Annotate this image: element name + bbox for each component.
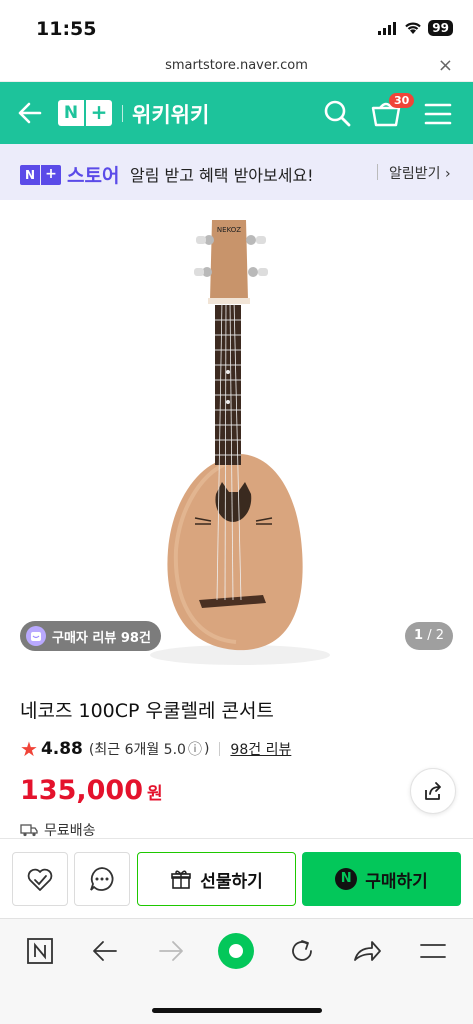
rating-recent: (최근 6개월 5.0	[88, 742, 186, 758]
subscribe-notification-link[interactable]: 알림받기 ›	[389, 163, 451, 183]
share-button[interactable]	[410, 768, 456, 814]
review-count-link[interactable]: 98건 리뷰	[230, 739, 291, 759]
refresh-button[interactable]	[282, 933, 322, 969]
notification-banner: N + 스토어 알림 받고 혜택 받아보세요! 알림받기 ›	[0, 144, 473, 200]
naver-home-button[interactable]	[20, 933, 60, 969]
share-page-button[interactable]	[347, 933, 387, 969]
battery-indicator: 99	[428, 20, 453, 36]
product-image[interactable]: NEKOZ	[0, 200, 473, 675]
notice-text: 알림 받고 혜택 받아보세요!	[130, 166, 314, 185]
purchase-bar: 선물하기 N 구매하기	[0, 838, 473, 918]
app-header: N + 위키위키 30	[0, 82, 473, 144]
rating-row: ★ 4.88 (최근 6개월 5.0 ⓘ ) 98건 리뷰	[20, 737, 291, 761]
logo-n: N	[58, 100, 84, 126]
home-indicator[interactable]	[152, 1008, 322, 1013]
review-icon	[26, 626, 46, 646]
review-badge-label: 구매자 리뷰 98건	[52, 630, 151, 646]
shipping-label: 무료배송	[44, 823, 96, 839]
url-text[interactable]: smartstore.naver.com	[0, 58, 473, 73]
refresh-icon	[292, 940, 312, 961]
search-icon[interactable]	[322, 98, 352, 128]
green-dot-button[interactable]	[216, 933, 256, 969]
signal-icon	[378, 21, 397, 35]
image-page-indicator: 1 / 2	[405, 622, 453, 650]
gift-icon	[171, 870, 192, 889]
forward-arrow-icon	[159, 941, 183, 961]
ukulele-image: NEKOZ	[150, 220, 330, 665]
gift-label: 선물하기	[200, 871, 263, 892]
more-menu-button[interactable]	[413, 933, 453, 969]
rating-divider	[219, 742, 221, 756]
notice-divider	[377, 164, 378, 180]
headstock-brand: NEKOZ	[217, 226, 241, 234]
back-arrow-icon	[93, 941, 117, 961]
wishlist-button[interactable]	[12, 852, 68, 906]
url-bar[interactable]: smartstore.naver.com ×	[0, 50, 473, 82]
store-logo-n: N	[20, 164, 40, 185]
close-icon[interactable]: ×	[438, 55, 453, 76]
store-logo-plus: +	[41, 164, 61, 185]
browser-toolbar	[0, 918, 473, 1024]
price-value: 135,000	[20, 775, 143, 806]
menu-icon	[420, 944, 446, 958]
price-row: 135,000 원	[20, 775, 163, 806]
cart-count-badge: 30	[389, 93, 415, 108]
buyer-review-badge[interactable]: 구매자 리뷰 98건	[20, 621, 161, 651]
info-icon[interactable]: ⓘ	[188, 739, 202, 759]
menu-icon[interactable]	[424, 102, 452, 126]
rating-close: )	[203, 741, 210, 757]
chat-bubble-icon	[90, 867, 114, 891]
back-arrow-icon[interactable]	[16, 98, 44, 128]
status-bar: 11:55 99	[0, 0, 473, 50]
forward-button[interactable]	[151, 933, 191, 969]
naver-store-logo: N + 스토어	[20, 161, 119, 188]
npay-icon: N	[335, 868, 358, 890]
heart-check-icon	[27, 868, 53, 891]
shipping-row: 무료배송	[20, 820, 96, 840]
price-currency: 원	[146, 784, 163, 804]
share-icon	[425, 782, 441, 800]
naver-plus-logo[interactable]: N +	[58, 100, 112, 126]
status-time: 11:55	[36, 18, 97, 40]
gift-button[interactable]: 선물하기	[137, 852, 296, 906]
page-current: 1	[414, 628, 424, 643]
logo-plus: +	[86, 100, 112, 126]
page-total: / 2	[427, 628, 444, 643]
wifi-icon	[405, 22, 422, 34]
buy-button[interactable]: N 구매하기	[302, 852, 461, 906]
truck-icon	[20, 824, 38, 837]
buy-label: 구매하기	[365, 871, 428, 892]
status-icons: 99	[378, 20, 453, 36]
talk-talk-button[interactable]	[74, 852, 130, 906]
rating-value: 4.88	[40, 739, 83, 759]
star-icon: ★	[20, 737, 38, 761]
product-title: 네코즈 100CP 우쿨렐레 콘서트	[20, 700, 274, 722]
back-button[interactable]	[85, 933, 125, 969]
green-dot-icon	[218, 933, 254, 969]
store-logo-text: 스토어	[67, 165, 120, 187]
header-divider	[122, 105, 123, 122]
naver-n-icon	[27, 938, 53, 964]
share-arrow-icon	[354, 941, 381, 961]
store-title[interactable]: 위키위키	[132, 99, 209, 129]
